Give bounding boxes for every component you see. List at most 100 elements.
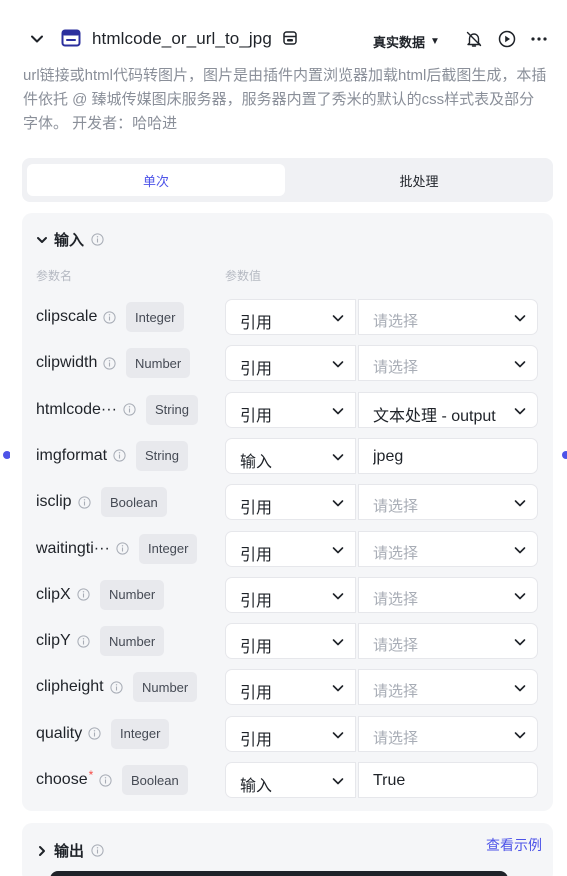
param-row: clipY Number 引用 请选择 <box>22 623 553 661</box>
info-icon <box>77 496 91 509</box>
param-name: imgformat <box>36 447 126 465</box>
param-row: imgformat String 输入 jpeg <box>22 437 553 476</box>
chevron-down-icon <box>331 496 345 510</box>
info-icon <box>99 773 112 787</box>
info-icon <box>103 310 116 324</box>
chevron-down-icon <box>331 357 345 371</box>
param-value-select[interactable]: 请选择 <box>358 715 538 752</box>
chevron-down-icon <box>331 311 345 325</box>
param-value-select[interactable]: 请选择 <box>358 530 538 567</box>
param-value-select[interactable]: 请选择 <box>358 484 538 521</box>
param-type-badge: Integer <box>126 302 185 332</box>
view-example-link[interactable]: 查看示例 <box>486 835 542 855</box>
param-name-label: imgformat <box>36 446 108 464</box>
param-value-select[interactable]: 请选择 <box>358 299 538 335</box>
plugin-node-card: htmlcode_or_url_to_jpg 真实数据 ▼ url链接或html… <box>10 0 557 876</box>
value-mode-select[interactable]: 输入 <box>225 437 356 474</box>
param-value-text: True <box>373 772 406 789</box>
value-mode-label: 引用 <box>240 639 273 657</box>
param-value-select[interactable]: 请选择 <box>358 576 538 613</box>
bell-off-icon[interactable] <box>463 28 485 50</box>
value-mode-label: 引用 <box>240 407 273 425</box>
plugin-icon <box>61 28 81 48</box>
value-mode-label: 引用 <box>240 361 273 379</box>
input-panel: 输入 参数名 参数值 clipscale Integer 引用 请选择 clipwidt… <box>22 213 553 811</box>
param-name: quality <box>36 725 101 743</box>
param-type-badge: Boolean <box>122 765 188 795</box>
param-name: clipscale <box>36 308 116 326</box>
param-row: clipscale Integer 引用 请选择 <box>22 299 553 337</box>
output-section-title: 输出 <box>54 843 85 860</box>
chevron-down-icon <box>513 681 527 695</box>
chevron-down-icon <box>513 635 527 649</box>
tab-batch[interactable]: 批处理 <box>290 164 548 196</box>
value-mode-select[interactable]: 引用 <box>225 715 356 752</box>
param-name: choose * <box>36 768 112 789</box>
param-row: isclip Boolean 引用 请选择 <box>22 484 553 522</box>
param-type-badge: Number <box>100 626 165 657</box>
chevron-down-icon <box>331 774 345 788</box>
chevron-down-icon <box>513 311 527 325</box>
data-mode-dropdown[interactable]: 真实数据 ▼ <box>373 32 440 51</box>
param-name: clipX <box>36 586 90 604</box>
chevron-down-icon <box>513 589 527 603</box>
param-row: clipheight Number 引用 请选择 <box>22 669 553 707</box>
param-row: quality Integer 引用 请选择 <box>22 715 553 754</box>
param-value-input[interactable]: jpeg <box>358 437 538 474</box>
chevron-down-icon <box>513 496 527 510</box>
param-value-text: 请选择 <box>373 544 419 562</box>
param-value-text: 请选择 <box>373 590 419 608</box>
input-section-header[interactable]: 输入 <box>36 229 104 250</box>
column-header-name: 参数名 <box>36 269 73 283</box>
value-mode-select[interactable]: 输入 <box>225 762 356 798</box>
output-port-dot[interactable] <box>562 451 567 459</box>
chevron-down-icon <box>37 236 47 243</box>
value-mode-label: 引用 <box>240 731 273 749</box>
param-value-text: 请选择 <box>373 359 419 377</box>
value-mode-select[interactable]: 引用 <box>225 345 356 382</box>
param-value-select[interactable]: 请选择 <box>358 345 538 382</box>
chevron-down-icon[interactable] <box>28 30 46 48</box>
param-value-select[interactable]: 请选择 <box>358 623 538 660</box>
value-mode-label: 引用 <box>240 500 273 518</box>
param-name-label: clipheight <box>36 678 104 696</box>
param-row: choose * Boolean 输入 True <box>22 762 553 800</box>
param-row: htmlcode··· String 引用 文本处理 - output <box>22 391 553 430</box>
value-mode-select[interactable]: 引用 <box>225 530 356 567</box>
caret-down-icon: ▼ <box>430 36 440 47</box>
param-name-label: quality <box>36 724 83 742</box>
value-mode-select[interactable]: 引用 <box>225 484 356 521</box>
chevron-down-icon <box>331 728 345 742</box>
info-icon <box>90 233 104 247</box>
value-mode-select[interactable]: 引用 <box>225 299 356 335</box>
value-mode-select[interactable]: 引用 <box>225 576 356 613</box>
param-name-label: clipY <box>36 632 71 650</box>
chevron-down-icon <box>513 728 527 742</box>
param-row: clipwidth Number 引用 请选择 <box>22 345 553 383</box>
run-mode-tabs: 单次 批处理 <box>22 158 553 202</box>
info-icon <box>90 844 104 858</box>
output-section-header[interactable]: 输出 <box>36 840 104 861</box>
param-type-badge: Integer <box>139 533 198 564</box>
tab-single[interactable]: 单次 <box>27 164 285 196</box>
info-icon <box>123 403 136 416</box>
param-name: clipwidth <box>36 354 116 372</box>
info-icon <box>88 727 101 740</box>
info-icon <box>77 588 90 601</box>
play-icon[interactable] <box>496 28 518 50</box>
output-panel: 输出 查看示例 <box>22 823 553 876</box>
param-type-badge: Number <box>100 579 165 610</box>
value-mode-select[interactable]: 引用 <box>225 623 356 660</box>
param-value-text: 请选择 <box>373 683 419 701</box>
info-icon <box>116 542 129 555</box>
node-description: url链接或html代码转图片，图片是由插件内置浏览器加载html后截图生成，本… <box>23 67 547 132</box>
param-value-select[interactable]: 文本处理 - output <box>358 391 538 428</box>
param-value-input[interactable]: True <box>358 762 538 798</box>
param-type-badge: Boolean <box>101 487 167 518</box>
param-value-text: 请选择 <box>373 498 419 516</box>
param-value-select[interactable]: 请选择 <box>358 669 538 706</box>
param-name-label: waitingti··· <box>36 539 110 557</box>
more-icon[interactable] <box>528 28 550 50</box>
value-mode-select[interactable]: 引用 <box>225 669 356 706</box>
value-mode-select[interactable]: 引用 <box>225 391 356 428</box>
